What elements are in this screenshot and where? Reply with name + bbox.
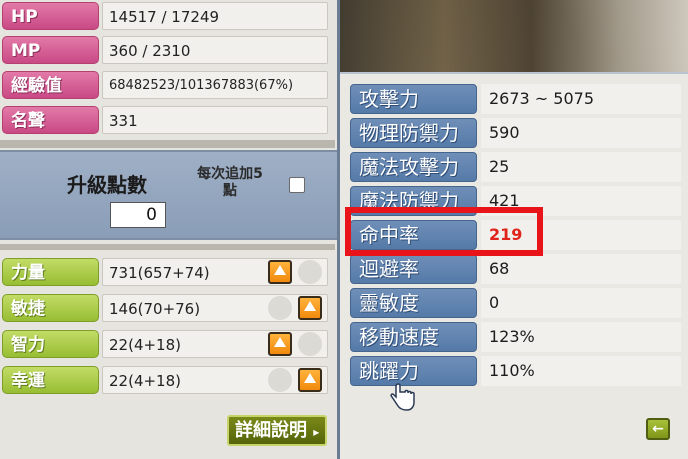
attr-row-luk: 幸運 22(4+18) xyxy=(0,364,330,396)
stat-value-mp: 360 / 2310 xyxy=(102,36,328,64)
detail-value-jump: 110% xyxy=(481,356,681,386)
attr-row-dex: 敏捷 146(70+76) xyxy=(0,292,330,324)
add-str-button[interactable] xyxy=(268,260,292,284)
detail-label-avoid: 迴避率 xyxy=(350,254,477,284)
auto-add-checkbox[interactable] xyxy=(289,177,305,193)
detail-value-phys-def: 590 xyxy=(481,118,681,148)
attr-label-luk: 幸運 xyxy=(2,366,99,394)
detail-value-magic-atk: 25 xyxy=(481,152,681,182)
add-luk-button[interactable] xyxy=(298,368,322,392)
stat-row-hp: HP 14517 / 17249 xyxy=(0,0,330,32)
character-stats-panel: HP 14517 / 17249 MP 360 / 2310 經驗值 68482… xyxy=(0,0,340,459)
stat-row-fame: 名聲 331 xyxy=(0,104,330,136)
chevron-right-icon: ▸ xyxy=(313,425,320,439)
attr-row-int: 智力 22(4+18) xyxy=(0,328,330,360)
attr-row-str: 力量 731(657+74) xyxy=(0,256,330,288)
attr-value-str: 731(657+74) xyxy=(102,258,328,286)
detail-row-avoid: 迴避率 68 xyxy=(350,254,683,286)
auto-add-label-line1: 每次追加5 xyxy=(197,166,263,182)
add-int-button[interactable] xyxy=(268,332,292,356)
attr-value-int: 22(4+18) xyxy=(102,330,328,358)
stat-label-hp: HP xyxy=(2,2,99,30)
stat-value-fame: 331 xyxy=(102,106,328,134)
attr-value-luk: 22(4+18) xyxy=(102,366,328,394)
detail-value-attack: 2673 ~ 5075 xyxy=(481,84,681,114)
back-arrow-button[interactable]: ← xyxy=(646,418,670,440)
auto-add-label: 每次追加5 點 xyxy=(184,166,276,200)
detail-value-avoid: 68 xyxy=(481,254,681,284)
add-dex-button[interactable] xyxy=(298,296,322,320)
ability-points-value: 0 xyxy=(110,202,166,228)
stat-label-fame: 名聲 xyxy=(2,106,99,134)
detail-row-magic-atk: 魔法攻擊力 25 xyxy=(350,152,683,184)
divider xyxy=(0,244,335,250)
disabled-button xyxy=(298,332,322,356)
arrow-left-icon: ← xyxy=(652,421,664,437)
ability-points-box: 升級點數 0 每次追加5 點 xyxy=(0,150,337,240)
detail-row-speed: 移動速度 123% xyxy=(350,322,683,354)
attr-value-dex: 146(70+76) xyxy=(102,294,328,322)
disabled-button xyxy=(268,368,292,392)
stat-value-hp: 14517 / 17249 xyxy=(102,2,328,30)
detail-label-hands: 靈敏度 xyxy=(350,288,477,318)
detail-button[interactable]: 詳細說明 ▸ xyxy=(227,415,327,446)
detail-row-attack: 攻擊力 2673 ~ 5075 xyxy=(350,84,683,116)
stat-row-exp: 經驗值 68482523/101367883(67%) xyxy=(0,69,330,101)
detail-label-magic-atk: 魔法攻擊力 xyxy=(350,152,477,182)
hand-cursor-icon xyxy=(390,383,415,411)
disabled-button xyxy=(268,296,292,320)
detail-label-phys-def: 物理防禦力 xyxy=(350,118,477,148)
divider xyxy=(0,140,335,148)
stat-label-mp: MP xyxy=(2,36,99,64)
scene-rock-background xyxy=(340,0,688,80)
detail-row-hands: 靈敏度 0 xyxy=(350,288,683,320)
attr-label-dex: 敏捷 xyxy=(2,294,99,322)
auto-add-label-line2: 點 xyxy=(223,183,237,199)
stat-label-exp: 經驗值 xyxy=(2,71,99,99)
detail-label-speed: 移動速度 xyxy=(350,322,477,352)
attr-label-int: 智力 xyxy=(2,330,99,358)
attr-label-str: 力量 xyxy=(2,258,99,286)
disabled-button xyxy=(298,260,322,284)
accuracy-highlight-box xyxy=(345,207,543,256)
detail-row-phys-def: 物理防禦力 590 xyxy=(350,118,683,150)
stat-value-exp: 68482523/101367883(67%) xyxy=(102,71,328,99)
detail-button-label: 詳細說明 xyxy=(235,420,307,441)
detail-value-speed: 123% xyxy=(481,322,681,352)
ability-points-label: 升級點數 xyxy=(67,173,147,197)
detail-value-hands: 0 xyxy=(481,288,681,318)
detail-label-attack: 攻擊力 xyxy=(350,84,477,114)
stat-row-mp: MP 360 / 2310 xyxy=(0,34,330,66)
